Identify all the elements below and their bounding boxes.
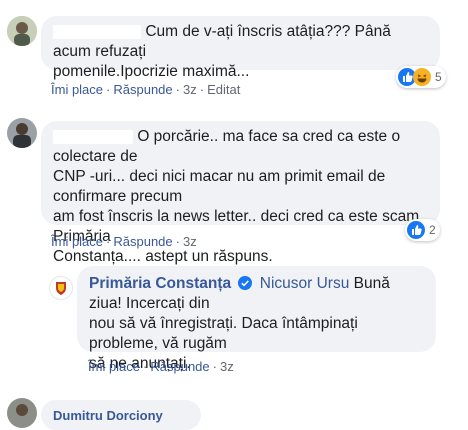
- page-avatar[interactable]: [49, 276, 73, 300]
- reaction-count: 5: [435, 70, 442, 84]
- separator-dot: ·: [106, 82, 111, 97]
- separator-dot: ·: [175, 234, 180, 249]
- user-photo-icon: [7, 16, 37, 46]
- redacted-author-name: [53, 24, 141, 39]
- separator-dot: ·: [175, 82, 180, 97]
- like-button[interactable]: Îmi place: [88, 358, 140, 376]
- comment-bubble: Cum de v-ați înscris atâția??? Până acum…: [41, 16, 440, 80]
- reply-bubble: Primăria Constanța Nicusor Ursu Bună ziu…: [77, 266, 436, 372]
- like-button[interactable]: Îmi place: [51, 233, 103, 251]
- user-photo-icon: [7, 118, 37, 148]
- separator-dot: ·: [212, 359, 217, 374]
- comment-author-name[interactable]: Dumitru Dorciony: [53, 408, 163, 423]
- avatar[interactable]: [7, 16, 37, 46]
- timestamp[interactable]: 3z: [220, 358, 234, 376]
- page-author-name[interactable]: Primăria Constanța: [89, 275, 231, 292]
- comment-bubble: Dumitru Dorciony: [41, 400, 201, 430]
- tagged-user-link[interactable]: Nicusor Ursu: [260, 275, 350, 292]
- redacted-author-name: [53, 129, 133, 144]
- city-crest-icon: [56, 282, 66, 295]
- avatar[interactable]: [7, 398, 37, 428]
- reply-button[interactable]: Răspunde: [113, 81, 172, 99]
- comment-text-line: CNP -uri... deci nici macar nu am primit…: [53, 168, 386, 205]
- timestamp[interactable]: 3z: [183, 81, 197, 99]
- reactions-summary[interactable]: 5: [396, 66, 446, 88]
- reply-button[interactable]: Răspunde: [150, 358, 209, 376]
- verified-badge-icon: [238, 276, 253, 290]
- like-button[interactable]: Îmi place: [51, 81, 103, 99]
- reply-actions: Îmi place · Răspunde · 3z: [88, 358, 234, 376]
- haha-icon: [413, 68, 431, 86]
- comment-bubble: O porcărie.. ma face sa cred ca este o c…: [41, 121, 440, 265]
- separator-dot: ·: [143, 359, 148, 374]
- comment-text-line: pomenile.Ipocrizie maximă...: [53, 63, 250, 80]
- like-icon: [407, 221, 425, 239]
- separator-dot: ·: [199, 82, 205, 97]
- user-photo-icon: [7, 398, 37, 428]
- comment-actions: Îmi place · Răspunde · 3z · Editat: [51, 81, 240, 99]
- edited-label[interactable]: Editat: [207, 81, 240, 99]
- reactions-summary[interactable]: 2: [405, 219, 440, 241]
- separator-dot: ·: [106, 234, 111, 249]
- avatar[interactable]: [7, 118, 37, 148]
- reply-button[interactable]: Răspunde: [113, 233, 172, 251]
- comment-actions: Îmi place · Răspunde · 3z: [51, 233, 197, 251]
- timestamp[interactable]: 3z: [183, 233, 197, 251]
- reaction-count: 2: [429, 223, 436, 237]
- reply-text-line: nou să vă înregistrați. Daca întâmpinați…: [89, 315, 358, 352]
